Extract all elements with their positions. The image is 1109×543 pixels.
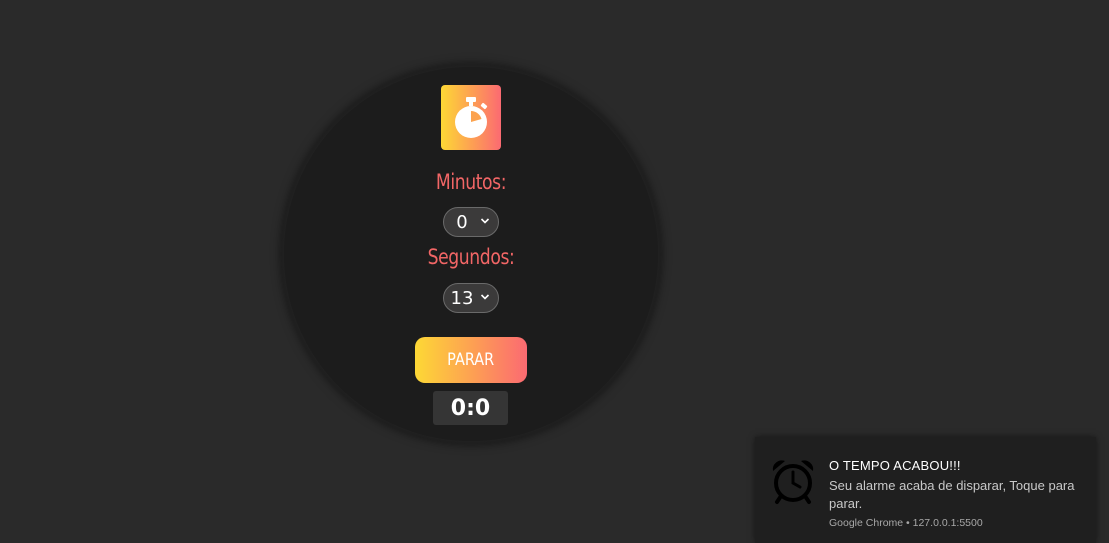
alarm-notification[interactable]: O TEMPO ACABOU!!! Seu alarme acaba de di… (755, 437, 1096, 543)
app-logo (441, 85, 501, 150)
stop-button-label: PARAR (447, 350, 495, 370)
timer-panel: Minutos: 0 Segundos: 13 PARAR 0:0 (284, 67, 658, 441)
notification-body: Seu alarme acaba de disparar, Toque para… (829, 478, 1075, 511)
minutes-select-value: 0 (456, 211, 468, 233)
seconds-label: Segundos: (427, 245, 515, 269)
seconds-select[interactable]: 13 (443, 283, 499, 313)
stop-button[interactable]: PARAR (415, 337, 527, 383)
chevron-down-icon (480, 294, 490, 300)
chevron-down-icon (480, 218, 490, 224)
stopwatch-icon (455, 96, 488, 138)
alarm-clock-icon (772, 460, 814, 504)
seconds-select-value: 13 (450, 287, 474, 309)
notification-source: Google Chrome • 127.0.0.1:5500 (829, 517, 983, 529)
minutes-label: Minutos: (435, 170, 507, 194)
time-display: 0:0 (433, 391, 508, 425)
minutes-select[interactable]: 0 (443, 207, 499, 237)
notification-title: O TEMPO ACABOU!!! (829, 458, 961, 473)
